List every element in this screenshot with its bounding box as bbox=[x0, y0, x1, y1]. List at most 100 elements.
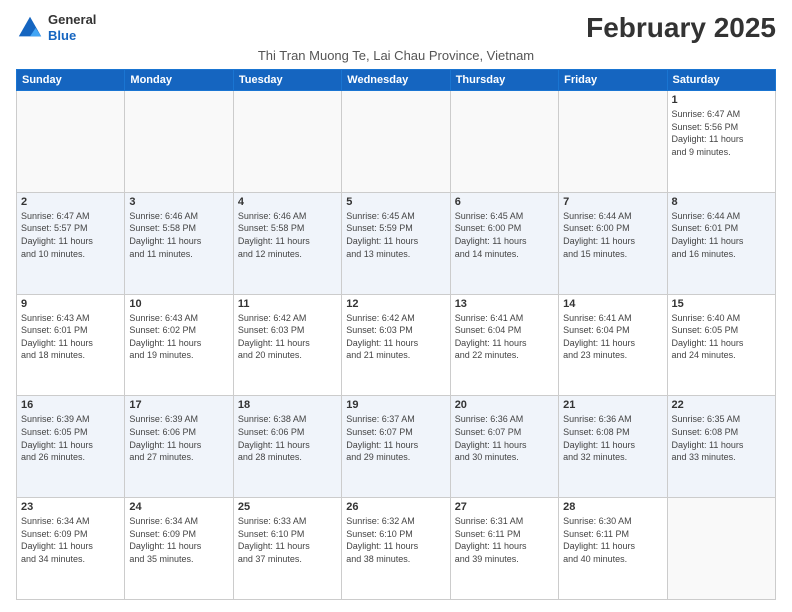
day-number: 8 bbox=[672, 196, 771, 208]
day-info: Sunrise: 6:39 AM Sunset: 6:05 PM Dayligh… bbox=[21, 413, 120, 463]
table-row: 19Sunrise: 6:37 AM Sunset: 6:07 PM Dayli… bbox=[342, 396, 450, 498]
day-info: Sunrise: 6:32 AM Sunset: 6:10 PM Dayligh… bbox=[346, 515, 445, 565]
table-row: 2 Sunrise: 6:47 AM Sunset: 5:57 PM Daylig… bbox=[17, 192, 125, 294]
day-info: Sunrise: 6:34 AM Sunset: 6:09 PM Dayligh… bbox=[129, 515, 228, 565]
day-number: 15 bbox=[672, 298, 771, 310]
table-row: 28 Sunrise: 6:30 AM Sunset: 6:11 PM Dayli… bbox=[559, 498, 667, 600]
table-row bbox=[559, 91, 667, 193]
table-row: 20 Sunrise: 6:36 AM Sunset: 6:07 PM Dayli… bbox=[450, 396, 558, 498]
table-row: 16 Sunrise: 6:39 AM Sunset: 6:05 PM Dayli… bbox=[17, 396, 125, 498]
title-block: February 2025 bbox=[586, 12, 776, 44]
day-number: 22 bbox=[672, 399, 771, 411]
day-info: Sunrise: 6:45 AM Sunset: 5:59 PM Dayligh… bbox=[346, 210, 445, 260]
col-thursday: Thursday bbox=[450, 70, 558, 91]
day-number: 25 bbox=[238, 501, 337, 513]
day-info: Sunrise: 6:43 AM Sunset: 6:01 PM Dayligh… bbox=[21, 312, 120, 362]
calendar-header-row: Sunday Monday Tuesday Wednesday Thursday… bbox=[17, 70, 776, 91]
table-row: 4 Sunrise: 6:46 AM Sunset: 5:58 PM Daylig… bbox=[233, 192, 341, 294]
col-saturday: Saturday bbox=[667, 70, 775, 91]
col-sunday: Sunday bbox=[17, 70, 125, 91]
day-number: 14 bbox=[563, 298, 662, 310]
table-row: 5 Sunrise: 6:45 AM Sunset: 5:59 PM Daylig… bbox=[342, 192, 450, 294]
col-wednesday: Wednesday bbox=[342, 70, 450, 91]
day-number: 11 bbox=[238, 298, 337, 310]
page: General Blue February 2025 Thi Tran Muon… bbox=[0, 0, 792, 612]
table-row bbox=[342, 91, 450, 193]
day-number: 7 bbox=[563, 196, 662, 208]
table-row bbox=[233, 91, 341, 193]
day-number: 28 bbox=[563, 501, 662, 513]
day-info: Sunrise: 6:40 AM Sunset: 6:05 PM Dayligh… bbox=[672, 312, 771, 362]
day-number: 10 bbox=[129, 298, 228, 310]
day-info: Sunrise: 6:41 AM Sunset: 6:04 PM Dayligh… bbox=[455, 312, 554, 362]
logo-text: General Blue bbox=[48, 12, 96, 43]
day-number: 23 bbox=[21, 501, 120, 513]
day-number: 3 bbox=[129, 196, 228, 208]
table-row: 8 Sunrise: 6:44 AM Sunset: 6:01 PM Daylig… bbox=[667, 192, 775, 294]
day-number: 21 bbox=[563, 399, 662, 411]
logo: General Blue bbox=[16, 12, 96, 43]
table-row: 11Sunrise: 6:42 AM Sunset: 6:03 PM Dayli… bbox=[233, 294, 341, 396]
day-number: 24 bbox=[129, 501, 228, 513]
month-title: February 2025 bbox=[586, 12, 776, 44]
day-number: 12 bbox=[346, 298, 445, 310]
table-row: 21Sunrise: 6:36 AM Sunset: 6:08 PM Dayli… bbox=[559, 396, 667, 498]
table-row: 22 Sunrise: 6:35 AM Sunset: 6:08 PM Dayli… bbox=[667, 396, 775, 498]
day-number: 1 bbox=[672, 94, 771, 106]
day-info: Sunrise: 6:39 AM Sunset: 6:06 PM Dayligh… bbox=[129, 413, 228, 463]
day-info: Sunrise: 6:33 AM Sunset: 6:10 PM Dayligh… bbox=[238, 515, 337, 565]
day-number: 18 bbox=[238, 399, 337, 411]
day-info: Sunrise: 6:41 AM Sunset: 6:04 PM Dayligh… bbox=[563, 312, 662, 362]
table-row: 26Sunrise: 6:32 AM Sunset: 6:10 PM Dayli… bbox=[342, 498, 450, 600]
day-number: 2 bbox=[21, 196, 120, 208]
calendar-row: 16 Sunrise: 6:39 AM Sunset: 6:05 PM Dayli… bbox=[17, 396, 776, 498]
calendar-row: 23 Sunrise: 6:34 AM Sunset: 6:09 PM Dayli… bbox=[17, 498, 776, 600]
day-number: 17 bbox=[129, 399, 228, 411]
day-number: 5 bbox=[346, 196, 445, 208]
table-row: 1 Sunrise: 6:47 AM Sunset: 5:56 PM Daylig… bbox=[667, 91, 775, 193]
day-info: Sunrise: 6:38 AM Sunset: 6:06 PM Dayligh… bbox=[238, 413, 337, 463]
day-number: 4 bbox=[238, 196, 337, 208]
day-info: Sunrise: 6:45 AM Sunset: 6:00 PM Dayligh… bbox=[455, 210, 554, 260]
day-info: Sunrise: 6:47 AM Sunset: 5:56 PM Dayligh… bbox=[672, 108, 771, 158]
table-row bbox=[667, 498, 775, 600]
header: General Blue February 2025 bbox=[16, 12, 776, 44]
table-row bbox=[17, 91, 125, 193]
table-row: 25 Sunrise: 6:33 AM Sunset: 6:10 PM Dayli… bbox=[233, 498, 341, 600]
day-number: 20 bbox=[455, 399, 554, 411]
day-number: 16 bbox=[21, 399, 120, 411]
logo-general: General bbox=[48, 12, 96, 28]
day-info: Sunrise: 6:46 AM Sunset: 5:58 PM Dayligh… bbox=[238, 210, 337, 260]
day-info: Sunrise: 6:44 AM Sunset: 6:01 PM Dayligh… bbox=[672, 210, 771, 260]
calendar-row: 1 Sunrise: 6:47 AM Sunset: 5:56 PM Daylig… bbox=[17, 91, 776, 193]
day-info: Sunrise: 6:43 AM Sunset: 6:02 PM Dayligh… bbox=[129, 312, 228, 362]
day-info: Sunrise: 6:31 AM Sunset: 6:11 PM Dayligh… bbox=[455, 515, 554, 565]
subtitle: Thi Tran Muong Te, Lai Chau Province, Vi… bbox=[16, 48, 776, 63]
table-row: 18 Sunrise: 6:38 AM Sunset: 6:06 PM Dayli… bbox=[233, 396, 341, 498]
table-row: 24 Sunrise: 6:34 AM Sunset: 6:09 PM Dayli… bbox=[125, 498, 233, 600]
table-row: 13 Sunrise: 6:41 AM Sunset: 6:04 PM Dayli… bbox=[450, 294, 558, 396]
logo-blue: Blue bbox=[48, 28, 96, 44]
logo-icon bbox=[16, 14, 44, 42]
day-info: Sunrise: 6:34 AM Sunset: 6:09 PM Dayligh… bbox=[21, 515, 120, 565]
day-number: 13 bbox=[455, 298, 554, 310]
day-info: Sunrise: 6:30 AM Sunset: 6:11 PM Dayligh… bbox=[563, 515, 662, 565]
day-info: Sunrise: 6:35 AM Sunset: 6:08 PM Dayligh… bbox=[672, 413, 771, 463]
table-row: 27 Sunrise: 6:31 AM Sunset: 6:11 PM Dayli… bbox=[450, 498, 558, 600]
day-info: Sunrise: 6:36 AM Sunset: 6:07 PM Dayligh… bbox=[455, 413, 554, 463]
table-row bbox=[125, 91, 233, 193]
day-info: Sunrise: 6:42 AM Sunset: 6:03 PM Dayligh… bbox=[346, 312, 445, 362]
col-tuesday: Tuesday bbox=[233, 70, 341, 91]
day-number: 19 bbox=[346, 399, 445, 411]
day-number: 9 bbox=[21, 298, 120, 310]
table-row: 15 Sunrise: 6:40 AM Sunset: 6:05 PM Dayli… bbox=[667, 294, 775, 396]
table-row: 14 Sunrise: 6:41 AM Sunset: 6:04 PM Dayli… bbox=[559, 294, 667, 396]
table-row: 7 Sunrise: 6:44 AM Sunset: 6:00 PM Daylig… bbox=[559, 192, 667, 294]
day-info: Sunrise: 6:44 AM Sunset: 6:00 PM Dayligh… bbox=[563, 210, 662, 260]
table-row: 9 Sunrise: 6:43 AM Sunset: 6:01 PM Daylig… bbox=[17, 294, 125, 396]
table-row: 23 Sunrise: 6:34 AM Sunset: 6:09 PM Dayli… bbox=[17, 498, 125, 600]
day-number: 6 bbox=[455, 196, 554, 208]
day-info: Sunrise: 6:47 AM Sunset: 5:57 PM Dayligh… bbox=[21, 210, 120, 260]
day-number: 27 bbox=[455, 501, 554, 513]
calendar-row: 9 Sunrise: 6:43 AM Sunset: 6:01 PM Daylig… bbox=[17, 294, 776, 396]
